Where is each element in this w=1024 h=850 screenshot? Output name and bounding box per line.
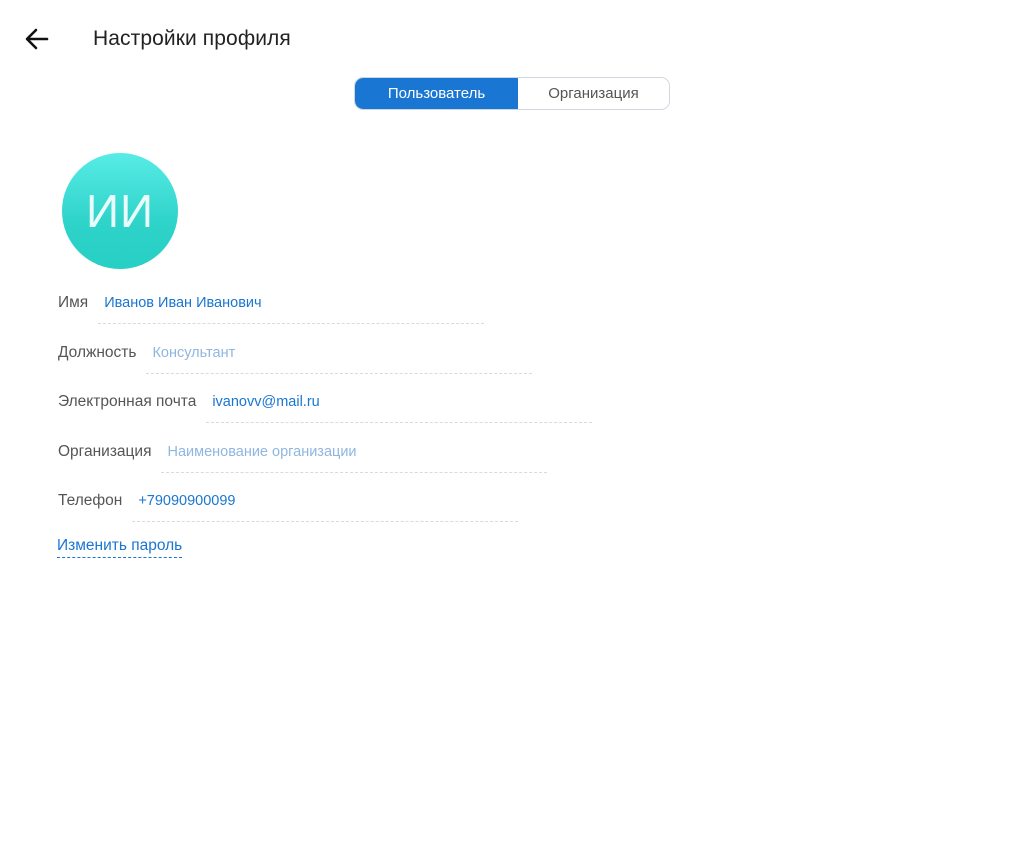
header: Настройки профиля — [0, 0, 1024, 80]
back-button[interactable] — [22, 24, 52, 54]
phone-field[interactable]: +79090900099 — [132, 491, 519, 522]
change-password-link[interactable]: Изменить пароль — [57, 537, 183, 558]
position-row: Должность Консультант — [58, 343, 533, 374]
name-row: Имя Иванов Иван Иванович — [58, 293, 485, 324]
email-label: Электронная почта — [58, 393, 197, 410]
phone-row: Телефон +79090900099 — [58, 491, 519, 522]
organization-label: Организация — [58, 443, 152, 460]
profile-tabs: Пользователь Организация — [354, 77, 670, 110]
profile-settings-window: Настройки профиля Пользователь Организац… — [0, 0, 1024, 850]
position-field[interactable]: Консультант — [146, 343, 533, 374]
arrow-left-icon — [25, 28, 49, 50]
name-label: Имя — [58, 294, 89, 311]
page-title: Настройки профиля — [93, 27, 291, 50]
tab-user[interactable]: Пользователь — [355, 78, 518, 109]
email-field[interactable]: ivanovv@mail.ru — [206, 392, 593, 423]
position-label: Должность — [58, 344, 137, 361]
organization-row: Организация Наименование организации — [58, 442, 548, 473]
avatar[interactable]: ИИ — [62, 153, 178, 269]
email-row: Электронная почта ivanovv@mail.ru — [58, 392, 593, 423]
name-field[interactable]: Иванов Иван Иванович — [98, 293, 485, 324]
organization-field[interactable]: Наименование организации — [161, 442, 548, 473]
phone-label: Телефон — [58, 492, 123, 509]
tab-organization[interactable]: Организация — [518, 78, 669, 109]
